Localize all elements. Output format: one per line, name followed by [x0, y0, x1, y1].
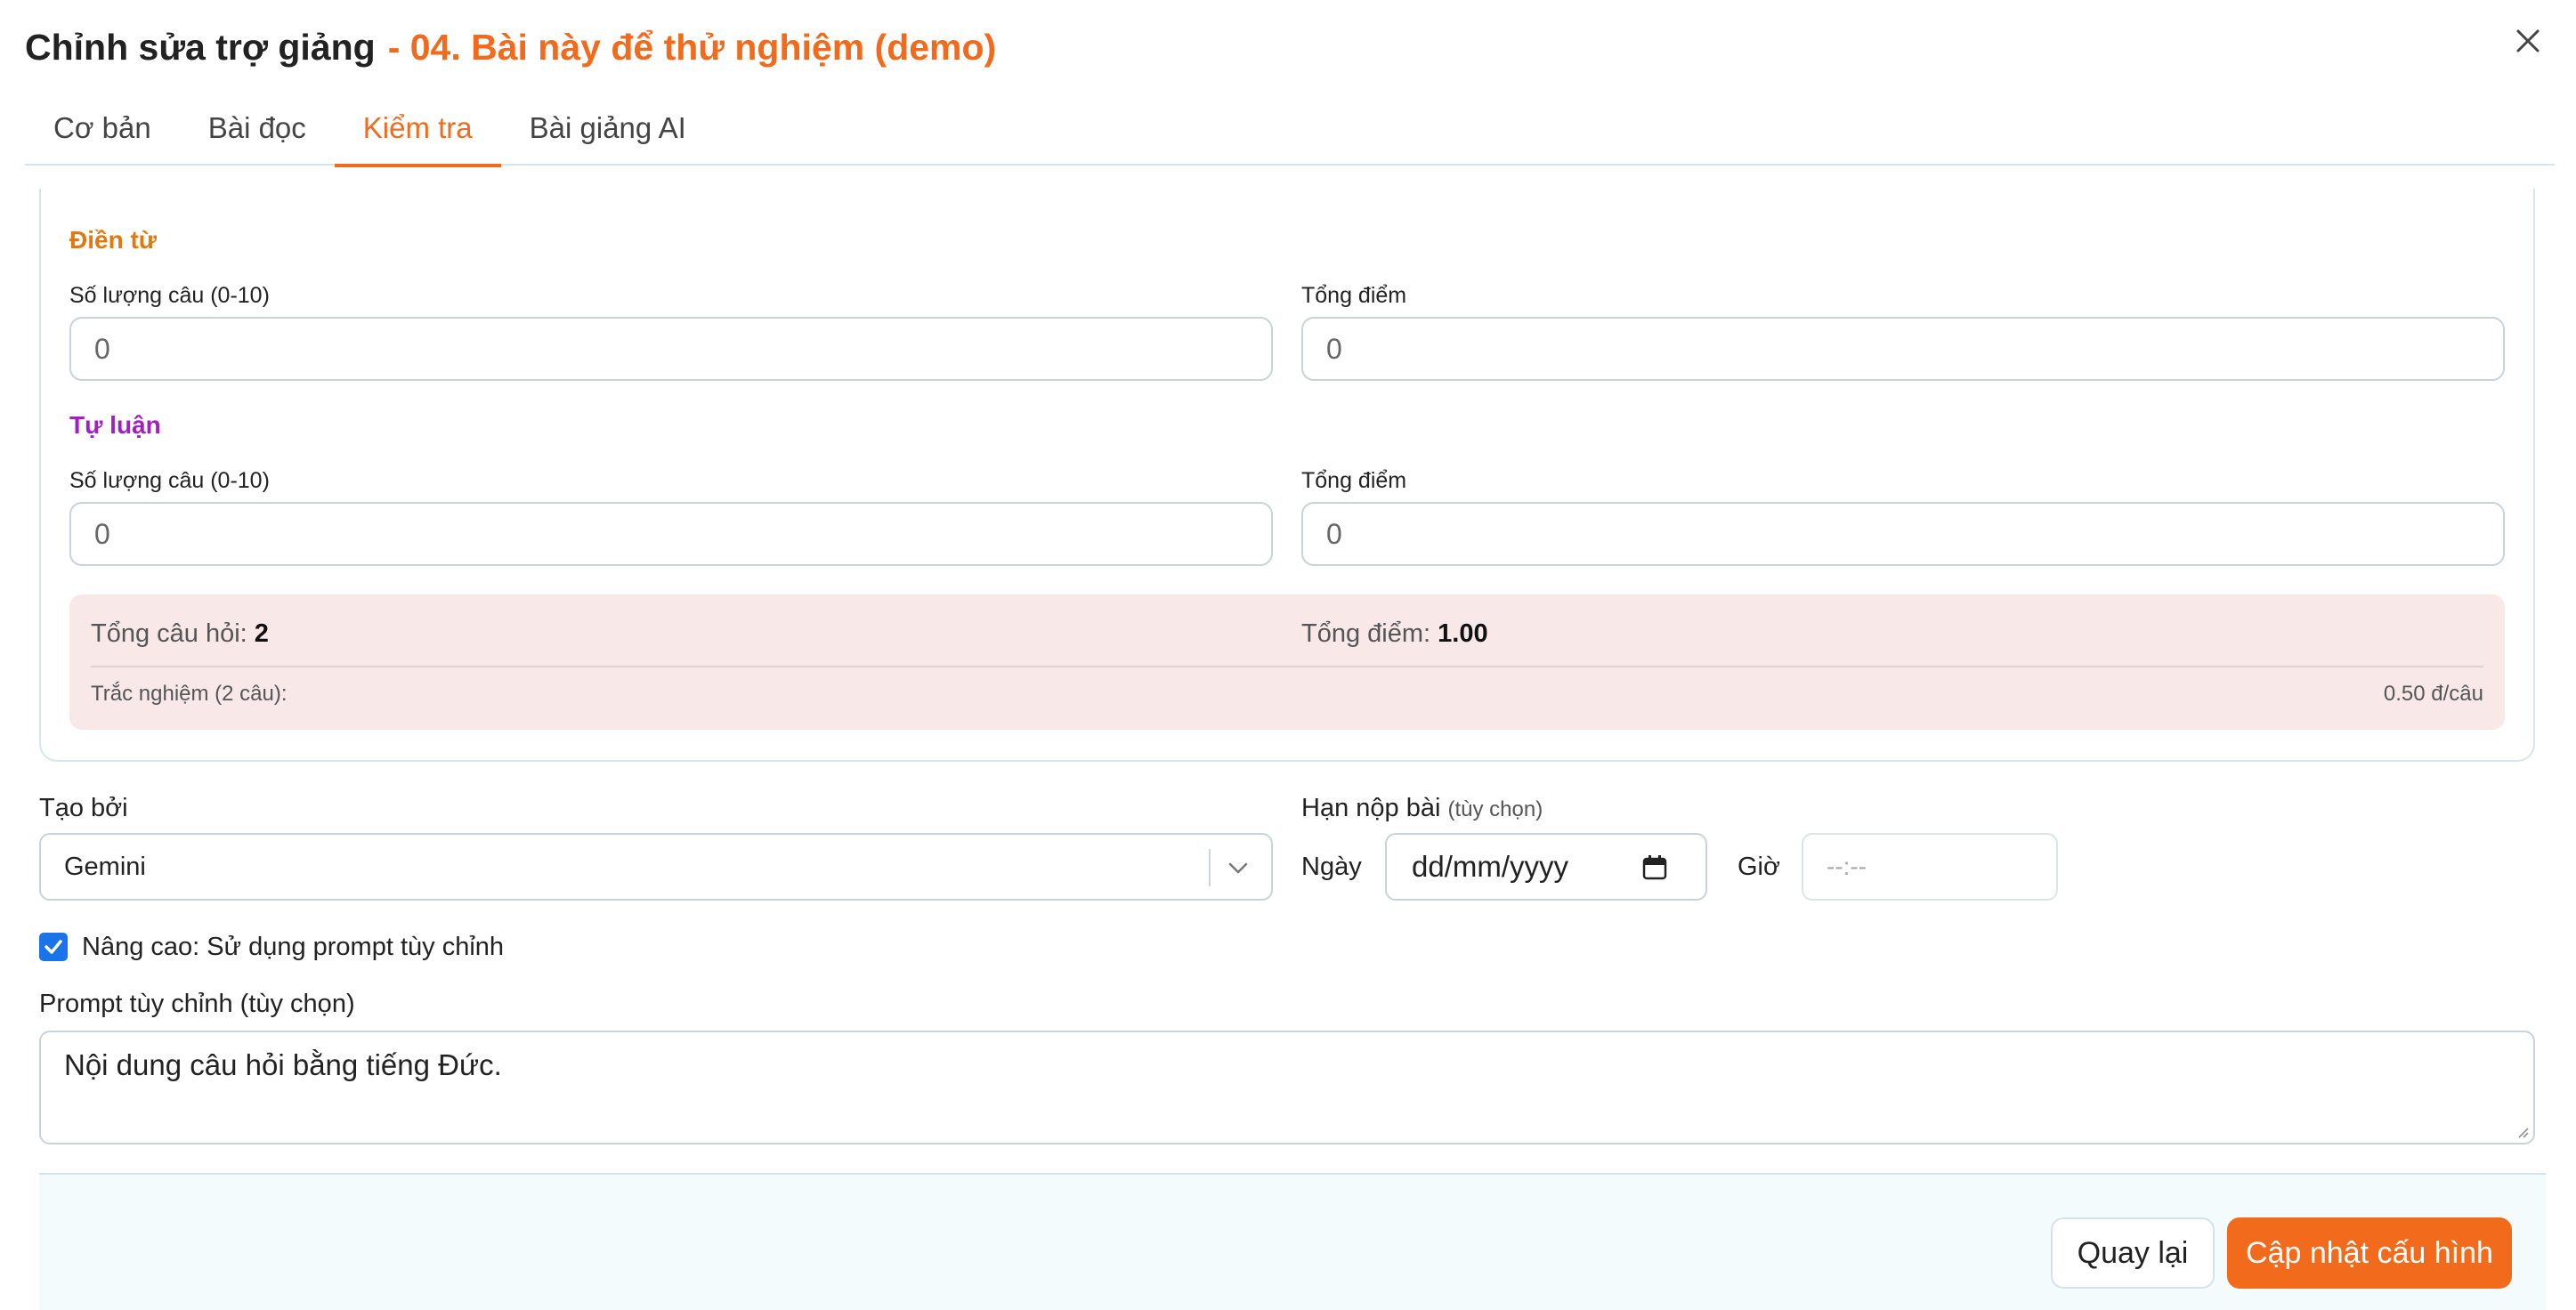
lesson-subtitle: - 04. Bài này để thử nghiệm (demo): [387, 26, 997, 68]
select-separator: [1209, 849, 1211, 886]
multiple-choice-detail: Trắc nghiệm (2 câu):: [91, 682, 288, 706]
created-by-label: Tạo bởi: [39, 794, 128, 822]
date-label: Ngày: [1301, 853, 1362, 881]
total-score-value: 1.00: [1438, 619, 1488, 648]
resize-handle-icon[interactable]: [2515, 1125, 2530, 1139]
back-button[interactable]: Quay lại: [2051, 1217, 2215, 1289]
total-score-label: Tổng điểm:: [1301, 619, 1431, 648]
time-input[interactable]: --:--: [1802, 833, 2058, 901]
created-by-select[interactable]: Gemini: [39, 833, 1273, 901]
total-questions-label: Tổng câu hỏi:: [91, 619, 247, 648]
close-button[interactable]: [2507, 20, 2549, 62]
deadline-optional-note: (tùy chọn): [1447, 797, 1543, 821]
essay-section-title: Tự luận: [69, 411, 161, 439]
tab-test[interactable]: Kiểm tra: [334, 91, 501, 167]
essay-count-input[interactable]: 0: [69, 502, 1273, 566]
fill-in-score-input[interactable]: 0: [1301, 317, 2505, 381]
tab-reading[interactable]: Bài đọc: [180, 91, 335, 166]
total-questions-value: 2: [254, 619, 269, 648]
close-icon: [2516, 29, 2540, 53]
chevron-down-icon: [1228, 862, 1248, 874]
fill-in-count-input[interactable]: 0: [69, 317, 1273, 381]
tab-bar: Cơ bản Bài đọc Kiểm tra Bài giảng AI: [25, 91, 2555, 167]
advanced-prompt-checkbox[interactable]: [39, 933, 68, 961]
update-config-button[interactable]: Cập nhật cấu hình: [2227, 1217, 2512, 1289]
custom-prompt-textarea[interactable]: Nội dung câu hỏi bằng tiếng Đức.: [39, 1031, 2535, 1144]
essay-score-input[interactable]: 0: [1301, 502, 2505, 566]
summary-divider: [91, 666, 2483, 667]
advanced-prompt-label[interactable]: Nâng cao: Sử dụng prompt tùy chỉnh: [82, 933, 504, 962]
per-question-score: 0.50 đ/câu: [2383, 682, 2483, 706]
fill-in-section-title: Điền từ: [69, 226, 158, 254]
checkmark-icon: [45, 940, 62, 954]
tab-basic[interactable]: Cơ bản: [25, 91, 180, 166]
total-questions: Tổng câu hỏi: 2: [91, 619, 269, 649]
deadline-label: Hạn nộp bài (tùy chọn): [1301, 794, 1543, 823]
page-title: Chỉnh sửa trợ giảng: [25, 26, 376, 68]
time-placeholder: --:--: [1827, 853, 1867, 880]
essay-count-label: Số lượng câu (0-10): [69, 468, 270, 493]
fill-in-count-label: Số lượng câu (0-10): [69, 283, 270, 308]
tab-ai-lecture[interactable]: Bài giảng AI: [501, 91, 715, 166]
dialog-title: Chỉnh sửa trợ giảng - 04. Bài này để thử…: [25, 16, 996, 78]
created-by-value: Gemini: [64, 852, 146, 881]
time-label: Giờ: [1738, 853, 1781, 881]
custom-prompt-label: Prompt tùy chỉnh (tùy chọn): [39, 990, 355, 1018]
essay-score-label: Tổng điểm: [1301, 468, 1407, 493]
custom-prompt-text: Nội dung câu hỏi bằng tiếng Đức.: [64, 1048, 502, 1081]
total-score: Tổng điểm: 1.00: [1301, 619, 1488, 649]
date-input[interactable]: dd/mm/yyyy: [1385, 833, 1707, 901]
date-placeholder: dd/mm/yyyy: [1412, 850, 1569, 883]
score-summary: Tổng câu hỏi: 2 Tổng điểm: 1.00 Trắc ngh…: [69, 594, 2505, 730]
deadline-label-text: Hạn nộp bài: [1301, 794, 1441, 822]
calendar-icon: [1642, 855, 1667, 880]
fill-in-score-label: Tổng điểm: [1301, 283, 1407, 308]
